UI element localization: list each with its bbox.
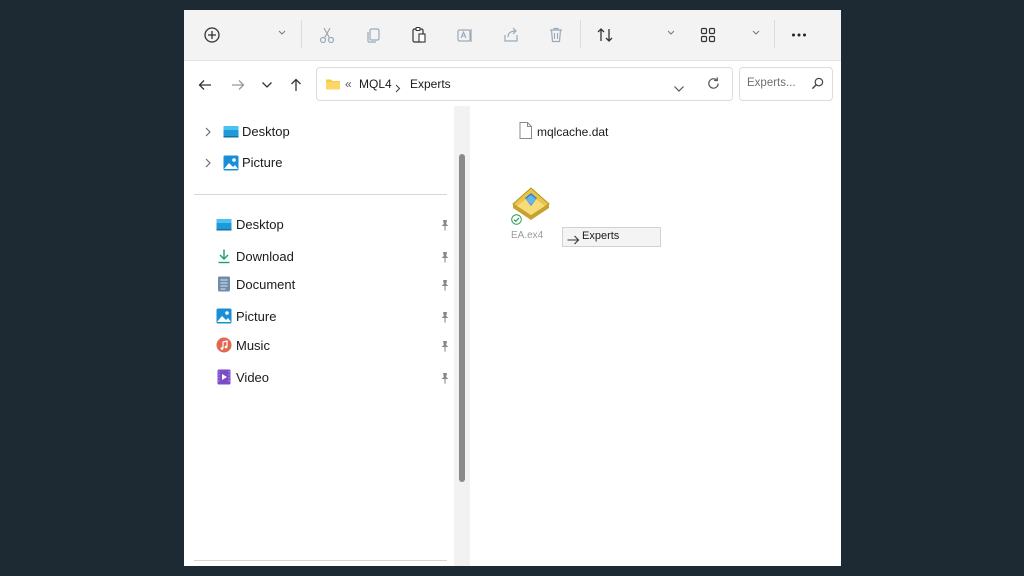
- quick-access-download[interactable]: Download: [184, 244, 449, 270]
- new-icon[interactable]: [200, 23, 224, 47]
- sidebar-divider: [194, 560, 447, 561]
- pin-icon: [439, 278, 451, 292]
- address-bar[interactable]: « MQL4 Experts: [316, 67, 733, 101]
- quick-access-label: Picture: [236, 309, 277, 324]
- ea-file-icon[interactable]: [509, 184, 553, 225]
- breadcrumb-mql4[interactable]: MQL4: [359, 77, 392, 91]
- document-icon: [216, 276, 232, 292]
- quick-access-label: Music: [236, 338, 270, 353]
- toolbar-divider: [774, 20, 775, 48]
- sidebar-divider: [194, 194, 447, 195]
- file-explorer-window: « MQL4 Experts Experts... Desktop Pictur…: [184, 10, 841, 566]
- toolbar-divider: [580, 20, 581, 48]
- drop-target-label: Experts: [582, 230, 620, 242]
- sort-icon[interactable]: [593, 23, 617, 47]
- view-dropdown-chevron-icon[interactable]: [750, 27, 762, 39]
- tree-item-picture[interactable]: Picture: [184, 150, 449, 176]
- desktop-icon: [216, 217, 232, 233]
- new-dropdown-chevron-icon[interactable]: [276, 27, 288, 39]
- tree-item-label: Picture: [242, 155, 283, 170]
- file-icon: [519, 122, 532, 144]
- paste-icon[interactable]: [407, 23, 431, 47]
- pin-icon: [439, 371, 451, 385]
- address-dropdown-chevron-icon[interactable]: [673, 80, 685, 98]
- file-list: mqlcache.dat EA.ex4 Experts: [471, 106, 841, 566]
- pin-icon: [439, 310, 451, 324]
- tree-item-label: Desktop: [242, 124, 290, 139]
- music-icon: [216, 337, 232, 353]
- video-icon: [216, 369, 232, 385]
- quick-access-label: Video: [236, 370, 270, 385]
- cut-icon[interactable]: [315, 23, 339, 47]
- download-icon: [216, 248, 232, 264]
- move-arrow-icon: [567, 232, 580, 250]
- share-icon[interactable]: [499, 23, 523, 47]
- back-arrow-icon[interactable]: [194, 74, 216, 96]
- up-arrow-icon[interactable]: [285, 74, 307, 96]
- quick-access-music[interactable]: Music: [184, 333, 449, 359]
- quick-access-label: Document: [236, 277, 296, 292]
- file-item[interactable]: mqlcache.dat: [519, 120, 649, 144]
- refresh-icon[interactable]: [706, 76, 721, 96]
- scrollbar-thumb[interactable]: [459, 154, 465, 482]
- search-icon: [811, 77, 824, 95]
- pin-icon: [439, 339, 451, 353]
- quick-access-picture[interactable]: Picture: [184, 304, 449, 330]
- tree-item-desktop[interactable]: Desktop: [184, 119, 449, 145]
- quick-access-document[interactable]: Document: [184, 272, 449, 298]
- quick-access-desktop[interactable]: Desktop: [184, 212, 449, 238]
- rename-icon[interactable]: [453, 23, 477, 47]
- desktop-icon: [223, 124, 239, 140]
- forward-arrow-icon[interactable]: [227, 74, 249, 96]
- expand-chevron-icon[interactable]: [202, 125, 214, 139]
- recent-locations-chevron-icon[interactable]: [256, 74, 278, 96]
- file-name: mqlcache.dat: [537, 125, 609, 139]
- quick-access-video[interactable]: Video: [184, 365, 449, 391]
- picture-icon: [223, 155, 239, 171]
- delete-icon[interactable]: [544, 23, 568, 47]
- expand-chevron-icon[interactable]: [202, 156, 214, 170]
- quick-access-label: Desktop: [236, 217, 284, 232]
- breadcrumb-experts[interactable]: Experts: [410, 77, 451, 91]
- command-bar: [184, 10, 841, 61]
- navigation-pane: Desktop Picture Desktop Download Documen…: [184, 106, 470, 566]
- sort-dropdown-chevron-icon[interactable]: [665, 27, 677, 39]
- pin-icon: [439, 218, 451, 232]
- pin-icon: [439, 250, 451, 264]
- toolbar-divider: [301, 20, 302, 48]
- search-placeholder: Experts...: [747, 77, 796, 89]
- breadcrumb-separator-icon: [395, 80, 401, 98]
- copy-icon[interactable]: [361, 23, 385, 47]
- search-box[interactable]: Experts...: [739, 67, 833, 101]
- more-icon[interactable]: [787, 23, 811, 47]
- dragged-file-name: EA.ex4: [511, 230, 544, 241]
- view-icon[interactable]: [696, 23, 720, 47]
- picture-icon: [216, 308, 232, 324]
- quick-access-label: Download: [236, 249, 294, 264]
- sync-status-check-icon: [511, 212, 522, 230]
- folder-icon: [325, 77, 341, 91]
- drop-target-tooltip: Experts: [562, 227, 661, 247]
- breadcrumb-overflow[interactable]: «: [345, 77, 352, 91]
